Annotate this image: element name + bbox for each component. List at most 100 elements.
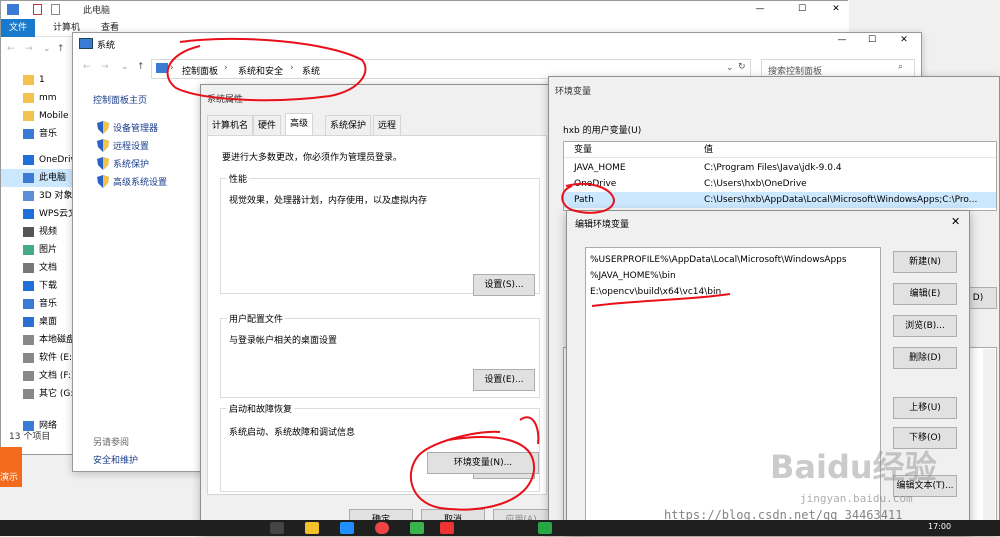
tree-item[interactable]: 图片 [1,241,73,259]
minimize-button[interactable]: — [831,35,853,45]
tree-item-label: 软件 (E:) [39,353,73,363]
presentation-app-label: 演示 [0,473,19,483]
tree-item[interactable]: 桌面 [1,313,73,331]
tab-advanced[interactable]: 高级 [285,113,314,135]
user-variables-table[interactable]: 变量 值 JAVA_HOME C:\Program Files\Java\jdk… [563,141,997,211]
tree-item[interactable]: 其它 (G: [1,385,73,403]
delete-button[interactable]: 删除(D) [893,347,957,369]
tree-item-label: 其它 (G: [39,389,73,399]
file-explorer-icon[interactable] [305,522,319,534]
tree-item-label: Mobile [39,111,69,121]
tab-system-protection[interactable]: 系统保护 [325,115,372,135]
tree-item[interactable]: 音乐 [1,295,73,313]
control-panel-home-link[interactable]: 控制面板主页 [93,93,147,106]
column-value[interactable]: 值 [704,142,713,157]
list-item[interactable]: %JAVA_HOME%\bin [590,268,676,284]
close-button[interactable]: ✕ [825,1,847,19]
tree-item-label: 音乐 [39,299,58,309]
tab-computer-name[interactable]: 计算机名 [207,115,254,135]
tree-item[interactable]: 此电脑 [1,169,73,187]
browser-icon[interactable] [340,522,354,534]
list-item[interactable]: %USERPROFILE%\AppData\Local\Microsoft\Wi… [590,252,847,268]
tree-item[interactable]: WPS云文 [1,205,73,223]
remote-settings-label: 远程设置 [113,142,150,152]
row-variable: JAVA_HOME [574,163,626,173]
system-protection-link[interactable]: 系统保护 [97,157,149,170]
tree-item[interactable]: 本地磁盘 [1,331,73,349]
browse-button[interactable]: 浏览(B)... [893,315,957,337]
maximize-button[interactable]: ☐ [791,1,813,19]
table-row[interactable]: OneDrive C:\Users\hxb\OneDrive [564,176,996,192]
scrollbar[interactable] [983,349,995,525]
move-up-button[interactable]: 上移(U) [893,397,957,419]
tree-item[interactable]: 视频 [1,223,73,241]
wechat-icon[interactable] [410,522,424,534]
tree-item[interactable]: mm [1,89,73,107]
close-button[interactable]: ✕ [951,215,960,228]
tree-item[interactable]: OneDrive [1,151,73,169]
chevron-down-icon[interactable]: ⌄ [43,44,51,54]
device-manager-label: 设备管理器 [113,124,159,134]
env-dialog-title: 环境变量 [555,87,592,97]
breadcrumb-control-panel[interactable]: 控制面板 [182,64,218,77]
app-icon[interactable] [440,522,454,534]
tree-item[interactable]: 文档 (F:) [1,367,73,385]
tree-item-label: 3D 对象 [39,191,73,201]
performance-settings-button[interactable]: 设置(S)... [473,274,535,296]
tree-item[interactable]: 3D 对象 [1,187,73,205]
edit-button[interactable]: 编辑(E) [893,283,957,305]
close-button[interactable]: ✕ [893,35,915,45]
dialog-title: 系统属性 [207,95,244,105]
new-folder-icon[interactable] [51,4,60,15]
user-profiles-settings-button[interactable]: 设置(E)... [473,369,535,391]
table-row[interactable]: JAVA_HOME C:\Program Files\Java\jdk-9.0.… [564,160,996,176]
column-variable[interactable]: 变量 [574,142,592,157]
security-maintenance-link[interactable]: 安全和维护 [93,453,138,466]
folder-icon [23,93,34,103]
tree-item-label: 1 [39,75,45,85]
taskbar-app-icon[interactable] [270,522,284,534]
ribbon-file-tab[interactable]: 文件 [1,19,35,37]
tree-item[interactable]: 软件 (E:) [1,349,73,367]
tab-remote[interactable]: 远程 [373,115,402,135]
breadcrumb-system-security[interactable]: 系统和安全 [238,64,283,77]
chevron-down-icon[interactable]: ⌄ [121,62,129,72]
shield-icon [97,139,109,152]
device-manager-link[interactable]: 设备管理器 [97,121,159,134]
tree-item[interactable]: Mobile [1,107,73,125]
breadcrumb-system[interactable]: 系统 [302,64,320,77]
back-arrow-icon[interactable]: ← [83,62,91,72]
refresh-icon[interactable]: ↻ [738,62,746,72]
environment-variables-button[interactable]: 环境变量(N)... [427,452,539,474]
chrome-icon[interactable] [375,522,389,534]
performance-title: 性能 [227,172,250,185]
tree-item[interactable]: 1 [1,71,73,89]
properties-icon[interactable] [33,4,42,15]
app-icon[interactable] [538,522,552,534]
tab-hardware[interactable]: 硬件 [253,115,282,135]
chevron-down-icon[interactable]: ⌄ [726,63,734,73]
up-arrow-icon[interactable]: ↑ [57,44,65,54]
tree-item[interactable]: 文档 [1,259,73,277]
list-item[interactable]: E:\opencv\build\x64\vc14\bin [590,284,721,300]
tree-item[interactable]: 下载 [1,277,73,295]
back-arrow-icon[interactable]: ← [7,44,15,54]
forward-arrow-icon[interactable]: → [101,62,109,72]
desktop-icon [23,317,34,327]
up-arrow-icon[interactable]: ↑ [137,62,145,72]
shield-icon [97,121,109,134]
maximize-button[interactable]: ☐ [861,35,883,45]
user-profiles-group: 用户配置文件 与登录帐户相关的桌面设置 设置(E)... [220,312,540,398]
edit-dialog-title: 编辑环境变量 [575,220,630,230]
advanced-system-settings-link[interactable]: 高级系统设置 [97,175,167,188]
remote-settings-link[interactable]: 远程设置 [97,139,150,152]
table-row[interactable]: Path C:\Users\hxb\AppData\Local\Microsof… [564,192,996,208]
forward-arrow-icon[interactable]: → [25,44,33,54]
user-profiles-desc: 与登录帐户相关的桌面设置 [229,336,338,346]
minimize-button[interactable]: — [749,1,771,19]
row-variable: Path [574,195,594,205]
tree-item[interactable]: 音乐 [1,125,73,143]
performance-desc: 视觉效果，处理器计划，内存使用，以及虚拟内存 [229,196,428,206]
search-icon[interactable]: ⌕ [898,62,903,72]
new-button[interactable]: 新建(N) [893,251,957,273]
